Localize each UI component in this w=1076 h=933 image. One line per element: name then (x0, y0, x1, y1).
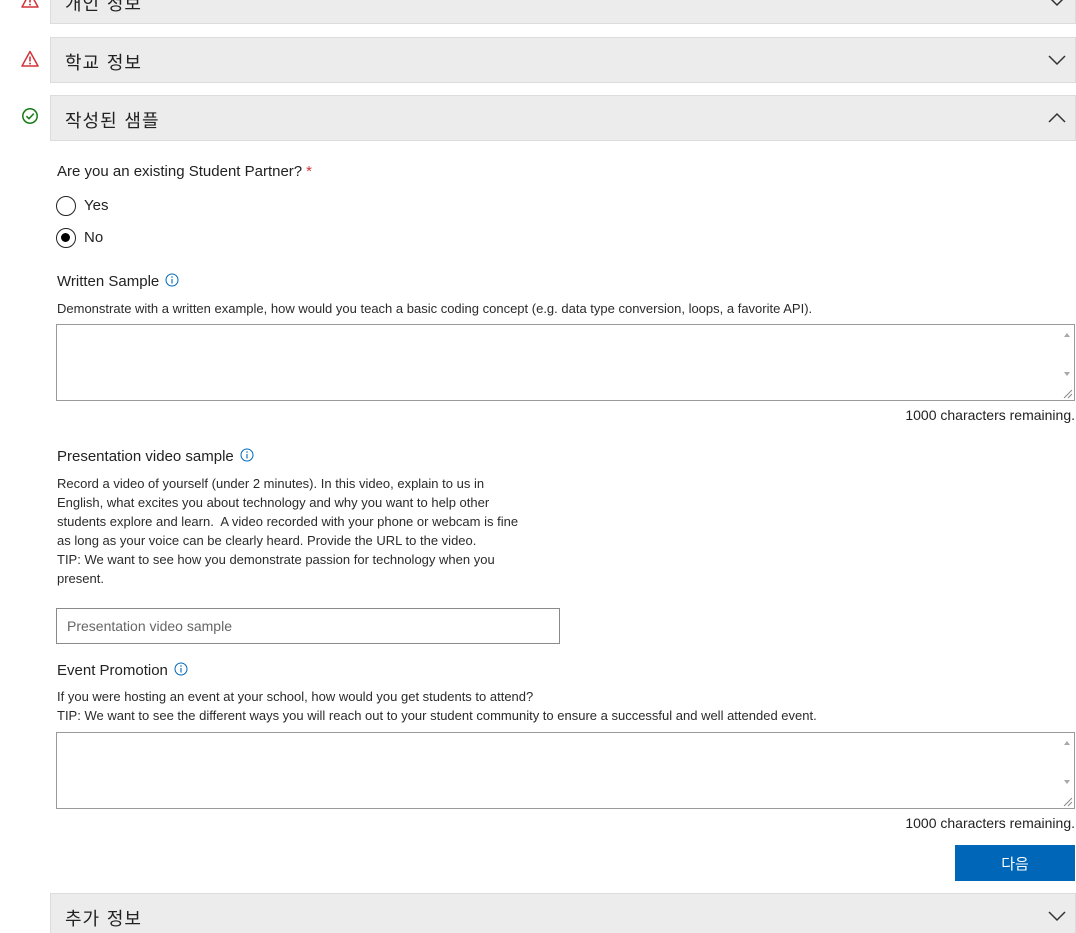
section-title: 작성된 샘플 (65, 111, 160, 132)
chevron-up-icon (1048, 112, 1066, 123)
radio-button-selected[interactable] (56, 228, 76, 248)
info-icon[interactable] (240, 448, 254, 462)
description-line: students explore and learn. A video reco… (57, 514, 519, 529)
section-additional-info: 추가 정보 (0, 893, 1076, 933)
scroll-down-arrow-icon[interactable] (1064, 780, 1070, 784)
next-button[interactable]: 다음 (955, 845, 1075, 881)
radio-button[interactable] (56, 196, 76, 216)
section-header-personal-info[interactable]: 개인 정보 (50, 0, 1076, 24)
description-line: English, what excites you about technolo… (57, 495, 490, 510)
radio-label: No (84, 229, 104, 246)
radio-label: Yes (84, 197, 109, 214)
presentation-video-label: Presentation video sample (57, 448, 254, 465)
application-form-page: 개인 정보 학교 정보 작성된 샘플 Are you an existing S… (0, 0, 1076, 933)
written-sample-textarea[interactable] (56, 324, 1075, 401)
chevron-down-icon (1050, 0, 1064, 7)
description-line: Record a video of yourself (under 2 minu… (57, 476, 485, 491)
section-header-school-info[interactable]: 학교 정보 (50, 37, 1076, 83)
required-marker: * (306, 163, 312, 180)
existing-partner-question: Are you an existing Student Partner? * (57, 163, 312, 180)
description-line: TIP: We want to see the different ways y… (57, 708, 817, 723)
info-icon[interactable] (165, 273, 179, 287)
presentation-video-input[interactable] (56, 608, 560, 644)
resize-grip-icon[interactable] (1061, 387, 1073, 399)
scroll-down-arrow-icon[interactable] (1064, 372, 1070, 376)
description-line: as long as your voice can be clearly hea… (57, 533, 477, 548)
event-promotion-label: Event Promotion (57, 662, 188, 679)
section-written-sample: 작성된 샘플 (0, 95, 1076, 141)
section-header-written-sample[interactable]: 작성된 샘플 (50, 95, 1076, 141)
label-text: Event Promotion (57, 662, 168, 679)
scroll-up-arrow-icon[interactable] (1064, 333, 1070, 337)
checkmark-circle-icon (22, 108, 38, 124)
written-sample-remaining: 1000 characters remaining. (905, 407, 1075, 423)
description-line: If you were hosting an event at your sch… (57, 689, 534, 704)
label-text: Written Sample (57, 273, 160, 290)
warning-icon (21, 0, 39, 8)
description-line: TIP: We want to see how you demonstrate … (57, 552, 495, 567)
info-icon[interactable] (174, 662, 188, 676)
description-line: present. (57, 571, 104, 586)
warning-icon (21, 50, 39, 67)
label-text: Presentation video sample (57, 448, 234, 465)
scroll-up-arrow-icon[interactable] (1064, 741, 1070, 745)
section-personal-info: 개인 정보 (0, 0, 1076, 24)
event-promotion-textarea[interactable] (56, 732, 1075, 809)
written-sample-label: Written Sample (57, 273, 179, 290)
section-title: 추가 정보 (65, 909, 142, 930)
section-title: 학교 정보 (65, 53, 142, 74)
chevron-down-icon (1048, 911, 1066, 922)
written-sample-description: Demonstrate with a written example, how … (57, 301, 813, 316)
section-header-additional-info[interactable]: 추가 정보 (50, 893, 1076, 933)
event-promotion-remaining: 1000 characters remaining. (905, 815, 1075, 831)
section-title: 개인 정보 (65, 0, 142, 15)
question-text: Are you an existing Student Partner? (57, 163, 303, 180)
event-promotion-description: If you were hosting an event at your sch… (57, 687, 817, 725)
section-school-info: 학교 정보 (0, 37, 1076, 83)
radio-dot (61, 233, 70, 242)
resize-grip-icon[interactable] (1061, 795, 1073, 807)
chevron-down-icon (1048, 55, 1066, 66)
presentation-video-description: Record a video of yourself (under 2 minu… (57, 474, 518, 588)
